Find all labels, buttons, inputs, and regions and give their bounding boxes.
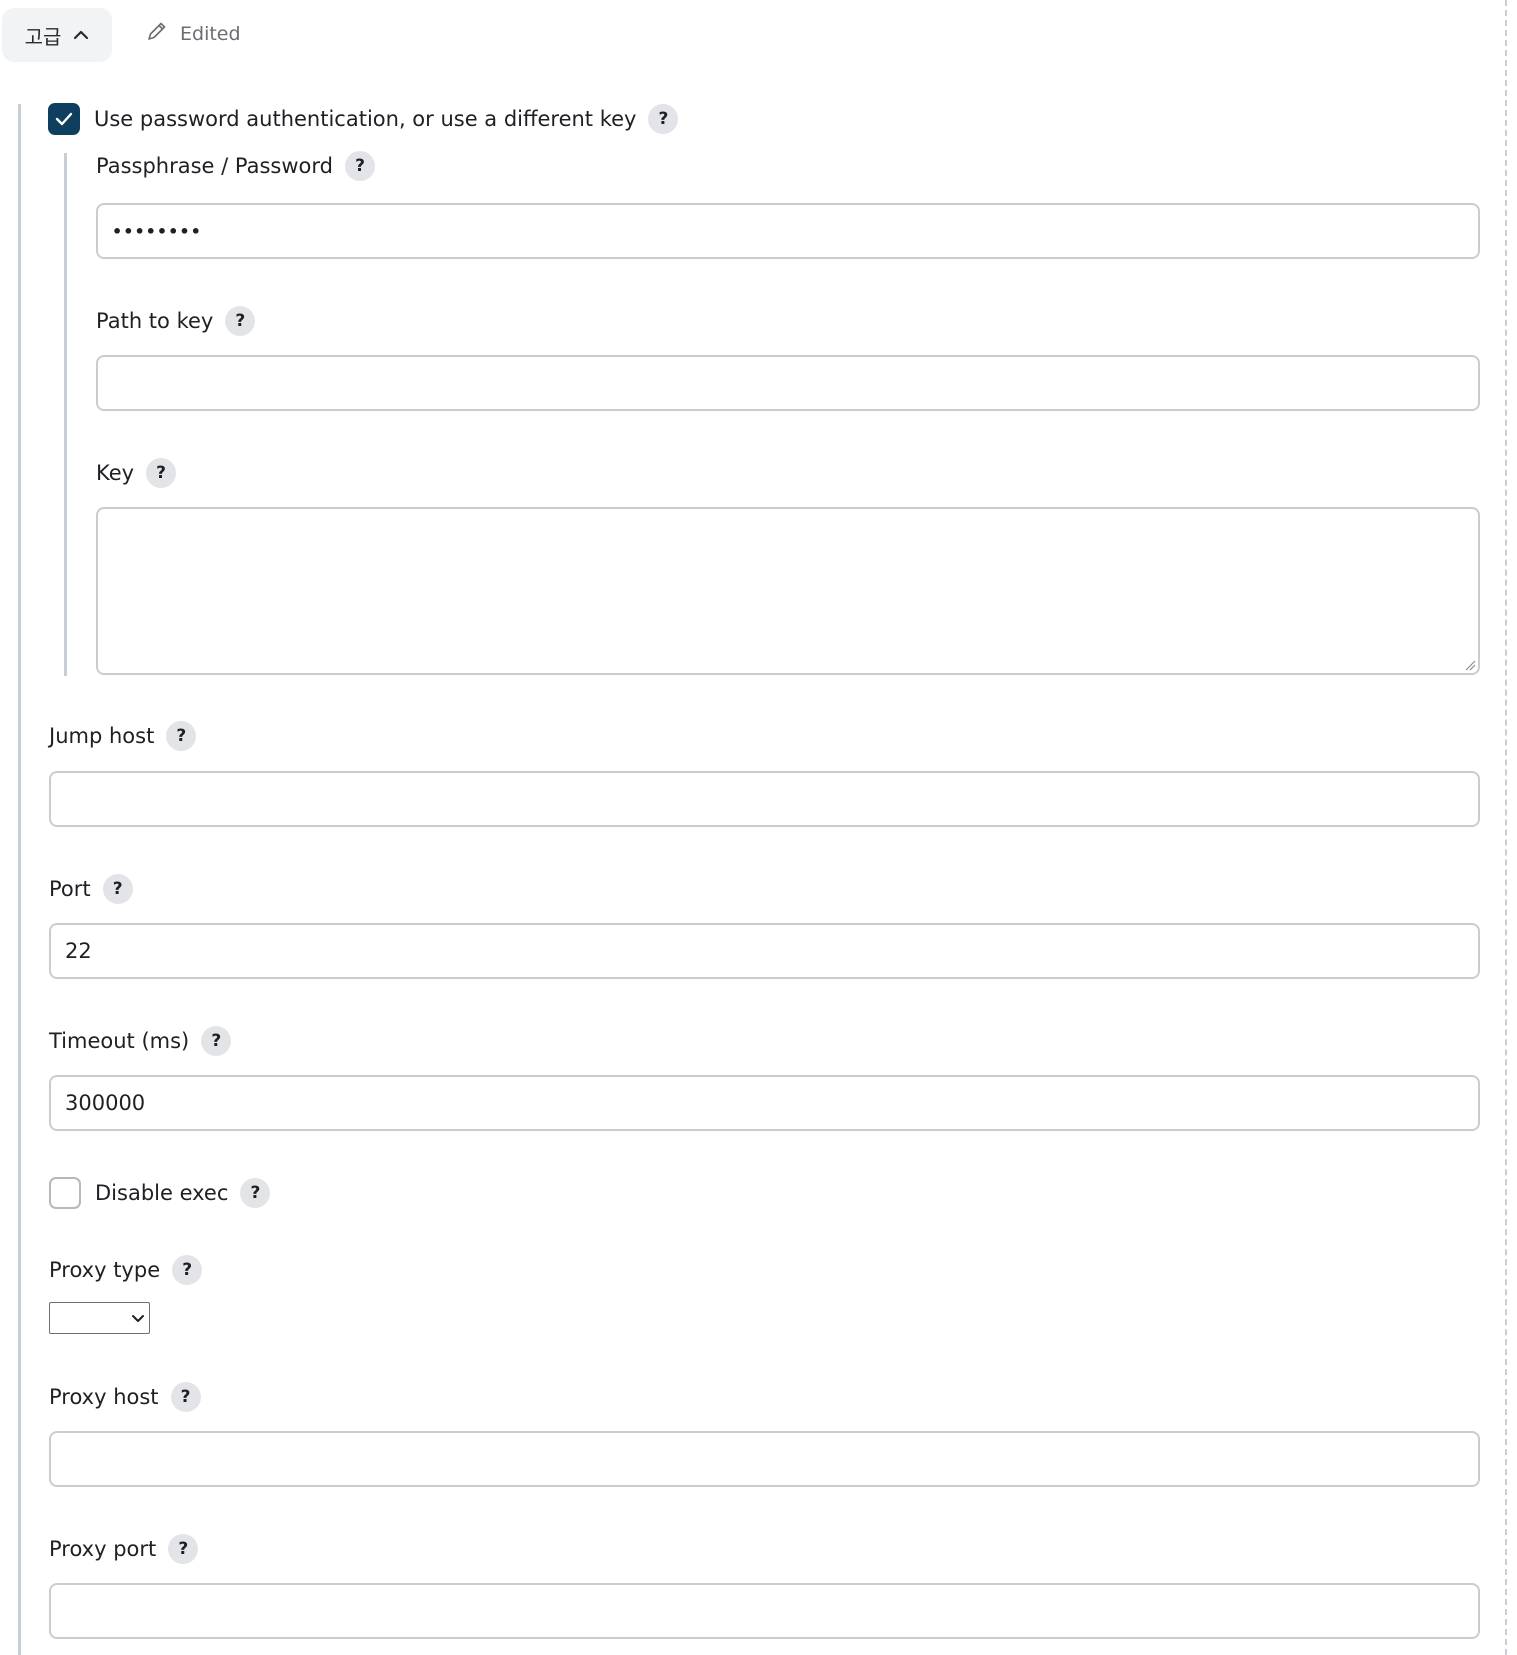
passphrase-value: •••••••• [112, 221, 202, 241]
proxy-host-label: Proxy host [49, 1385, 159, 1409]
advanced-label: 고급 [24, 24, 62, 49]
use-password-checkbox[interactable] [48, 103, 80, 135]
disable-exec-label[interactable]: Disable exec [95, 1181, 228, 1205]
passphrase-help-icon[interactable]: ? [345, 151, 375, 181]
passphrase-label-row: Passphrase / Password ? [96, 151, 375, 181]
timeout-value: 300000 [65, 1091, 146, 1115]
timeout-label-row: Timeout (ms) ? [49, 1026, 232, 1056]
proxy-type-label-row: Proxy type ? [49, 1255, 203, 1285]
port-label: Port [49, 877, 91, 901]
advanced-toggle-button[interactable]: 고급 [2, 8, 112, 62]
key-help-icon[interactable]: ? [146, 458, 177, 488]
use-password-help-icon[interactable]: ? [648, 104, 679, 134]
disable-exec-checkbox[interactable] [49, 1177, 81, 1209]
port-label-row: Port ? [49, 874, 133, 904]
timeout-help-icon[interactable]: ? [201, 1026, 232, 1056]
passphrase-input[interactable]: •••••••• [96, 203, 1480, 259]
timeout-label: Timeout (ms) [49, 1029, 190, 1053]
edited-label: Edited [180, 22, 241, 45]
jump-host-label-row: Jump host ? [49, 721, 197, 751]
key-label: Key [96, 461, 135, 485]
proxy-port-label-row: Proxy port ? [49, 1534, 199, 1564]
use-password-label[interactable]: Use password authentication, or use a di… [94, 107, 636, 131]
timeout-input[interactable]: 300000 [49, 1075, 1480, 1131]
proxy-host-label-row: Proxy host ? [49, 1382, 201, 1412]
advanced-section-rail [18, 104, 21, 1655]
path-to-key-help-icon[interactable]: ? [225, 306, 256, 336]
path-to-key-input[interactable] [96, 355, 1480, 411]
proxy-type-select[interactable] [49, 1302, 150, 1334]
port-help-icon[interactable]: ? [102, 874, 133, 904]
proxy-host-help-icon[interactable]: ? [170, 1382, 201, 1412]
section-dashed-border [1505, 0, 1507, 1655]
pencil-icon [146, 20, 168, 47]
jump-host-help-icon[interactable]: ? [166, 721, 197, 751]
use-password-row: Use password authentication, or use a di… [48, 103, 679, 135]
jump-host-input[interactable] [49, 771, 1480, 827]
disable-exec-row: Disable exec ? [49, 1177, 271, 1209]
path-to-key-label: Path to key [96, 309, 214, 333]
edited-indicator: Edited [146, 20, 241, 47]
chevron-down-icon [132, 1314, 144, 1322]
disable-exec-help-icon[interactable]: ? [240, 1178, 271, 1208]
resize-grip-icon[interactable] [1464, 659, 1476, 671]
proxy-type-label: Proxy type [49, 1258, 161, 1282]
chevron-up-icon [73, 30, 89, 40]
proxy-port-label: Proxy port [49, 1537, 157, 1561]
port-value: 22 [65, 939, 92, 963]
jump-host-label: Jump host [49, 724, 155, 748]
passphrase-label: Passphrase / Password [96, 154, 333, 178]
proxy-type-help-icon[interactable]: ? [172, 1255, 203, 1285]
proxy-host-input[interactable] [49, 1431, 1480, 1487]
auth-subsection-rail [64, 153, 67, 676]
port-input[interactable]: 22 [49, 923, 1480, 979]
proxy-port-help-icon[interactable]: ? [168, 1534, 199, 1564]
key-textarea[interactable] [96, 507, 1480, 675]
path-to-key-label-row: Path to key ? [96, 306, 256, 336]
check-icon [55, 112, 73, 126]
key-label-row: Key ? [96, 458, 177, 488]
proxy-port-input[interactable] [49, 1583, 1480, 1639]
